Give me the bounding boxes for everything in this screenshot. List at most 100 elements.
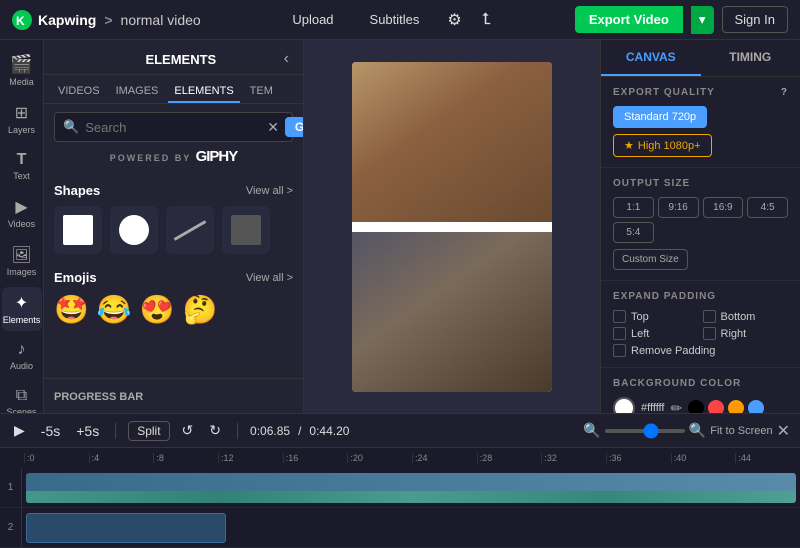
track-row-1: 1 <box>0 468 800 508</box>
shape-square[interactable] <box>54 206 102 254</box>
share-icon[interactable]: ⮤ <box>482 11 491 29</box>
sidebar-item-images[interactable]: 🖼 Images <box>2 239 42 283</box>
undo-button[interactable]: ↺ <box>178 420 198 441</box>
canvas-bottom-image <box>352 232 552 392</box>
padding-top-label: Top <box>631 311 649 323</box>
sidebar-item-text[interactable]: T Text <box>2 145 42 187</box>
search-go-button[interactable]: Go <box>285 117 304 137</box>
size-4-5[interactable]: 4:5 <box>747 197 788 218</box>
size-9-16[interactable]: 9:16 <box>658 197 699 218</box>
track-1-content[interactable] <box>22 468 800 507</box>
tab-timing[interactable]: TIMING <box>701 40 800 76</box>
sidebar-item-media[interactable]: 🎬 Media <box>2 48 42 93</box>
sidebar-item-label-images: Images <box>7 267 37 277</box>
images-icon: 🖼 <box>11 245 31 265</box>
sidebar-item-audio[interactable]: ♪ Audio <box>2 335 42 377</box>
padding-bottom: Bottom <box>703 310 789 323</box>
sidebar-item-layers[interactable]: ⊞ Layers <box>2 97 42 141</box>
settings-icon[interactable]: ⚙ <box>447 10 461 30</box>
emoji-thinking[interactable]: 🤔 <box>183 293 218 326</box>
divider-2 <box>237 423 238 439</box>
fit-to-screen-button[interactable]: Fit to Screen <box>710 425 772 437</box>
padding-bottom-checkbox[interactable] <box>703 310 716 323</box>
zoom-in-icon[interactable]: 🔍 <box>689 422 706 439</box>
rewind-button[interactable]: -5s <box>37 421 64 441</box>
emoji-starstruck[interactable]: 🤩 <box>54 293 89 326</box>
videos-icon: ▶ <box>15 197 27 217</box>
current-time: 0:06.85 <box>250 424 290 438</box>
background-color-section: BACKGROUND COLOR #ffffff ✏ <box>601 368 800 413</box>
shape-dark-square[interactable] <box>222 206 270 254</box>
sign-in-button[interactable]: Sign In <box>722 6 788 33</box>
search-icon: 🔍 <box>63 119 79 135</box>
elements-content: Shapes View all > Emojis View all > 🤩 😂 … <box>44 171 303 378</box>
elements-panel-title: ELEMENTS <box>78 52 284 67</box>
tab-images[interactable]: IMAGES <box>110 81 165 103</box>
canvas-area[interactable] <box>304 40 600 413</box>
size-16-9[interactable]: 16:9 <box>703 197 744 218</box>
custom-size-button[interactable]: Custom Size <box>613 249 688 270</box>
export-dropdown-button[interactable]: ▾ <box>691 6 714 34</box>
search-clear-button[interactable]: ✕ <box>267 119 279 136</box>
export-button[interactable]: Export Video <box>575 6 683 33</box>
sidebar-item-videos[interactable]: ▶ Videos <box>2 191 42 235</box>
track-2-label: 2 <box>0 508 22 547</box>
sidebar-item-elements[interactable]: ✦ Elements <box>2 287 42 331</box>
ruler-mark-44: :44 <box>735 453 800 463</box>
collapse-panel-button[interactable]: ‹ <box>284 50 289 68</box>
emoji-joy[interactable]: 😂 <box>97 293 132 326</box>
subtitles-button[interactable]: Subtitles <box>362 8 428 31</box>
track-1-waveform <box>26 491 796 503</box>
tab-tem[interactable]: TEM <box>244 81 279 103</box>
tab-elements[interactable]: ELEMENTS <box>168 81 239 103</box>
track-2-content[interactable] <box>22 508 800 547</box>
sidebar-item-label-layers: Layers <box>8 125 35 135</box>
play-button[interactable]: ▶ <box>10 420 29 441</box>
sidebar-item-scenes[interactable]: ⧉ Scenes <box>2 381 42 413</box>
size-5-4[interactable]: 5:4 <box>613 222 654 243</box>
search-input[interactable] <box>85 120 261 135</box>
quality-high[interactable]: ★ High 1080p+ <box>613 134 712 157</box>
padding-bottom-label: Bottom <box>721 311 756 323</box>
shape-circle[interactable] <box>110 206 158 254</box>
size-1-1[interactable]: 1:1 <box>613 197 654 218</box>
split-button[interactable]: Split <box>128 421 169 441</box>
padding-right-checkbox[interactable] <box>703 327 716 340</box>
bg-color-swatch[interactable] <box>613 397 635 413</box>
quality-standard[interactable]: Standard 720p <box>613 106 707 128</box>
upload-button[interactable]: Upload <box>284 8 341 31</box>
app-name: Kapwing <box>38 12 96 28</box>
zoom-out-icon[interactable]: 🔍 <box>583 422 600 439</box>
bg-hex-value: #ffffff <box>641 402 664 413</box>
track-1-clip[interactable] <box>26 473 796 503</box>
app-logo[interactable]: K Kapwing > normal video <box>12 10 201 30</box>
size-options-grid: 1:1 9:16 16:9 4:5 5:4 <box>613 197 788 243</box>
tab-canvas[interactable]: CANVAS <box>601 40 701 76</box>
padding-left: Left <box>613 327 699 340</box>
elements-tabs: VIDEOS IMAGES ELEMENTS TEM <box>44 75 303 104</box>
expand-padding-section: EXPAND PADDING Top Bottom Left Right <box>601 281 800 368</box>
zoom-slider[interactable] <box>605 429 685 433</box>
emojis-view-all[interactable]: View all > <box>246 272 293 284</box>
help-icon[interactable]: ? <box>781 87 788 98</box>
shape-line[interactable] <box>166 206 214 254</box>
export-quality-section: EXPORT QUALITY ? Standard 720p ★ High 10… <box>601 77 800 168</box>
forward-button[interactable]: +5s <box>72 421 103 441</box>
eyedropper-icon[interactable]: ✏ <box>670 400 682 414</box>
close-timeline-button[interactable]: ✕ <box>777 421 790 441</box>
color-swatch-red[interactable] <box>708 400 724 413</box>
remove-padding-checkbox[interactable] <box>613 344 626 357</box>
track-2-clip[interactable] <box>26 513 226 543</box>
sidebar-item-label-text: Text <box>13 171 30 181</box>
color-swatch-blue[interactable] <box>748 400 764 413</box>
shapes-view-all[interactable]: View all > <box>246 185 293 197</box>
media-icon: 🎬 <box>10 54 32 75</box>
color-swatch-black[interactable] <box>688 400 704 413</box>
padding-left-checkbox[interactable] <box>613 327 626 340</box>
emoji-heart-eyes[interactable]: 😍 <box>140 293 175 326</box>
color-swatch-orange[interactable] <box>728 400 744 413</box>
padding-top-checkbox[interactable] <box>613 310 626 323</box>
redo-button[interactable]: ↻ <box>205 420 225 441</box>
progress-bar-label: PROGRESS BAR <box>54 391 143 403</box>
tab-videos[interactable]: VIDEOS <box>52 81 106 103</box>
